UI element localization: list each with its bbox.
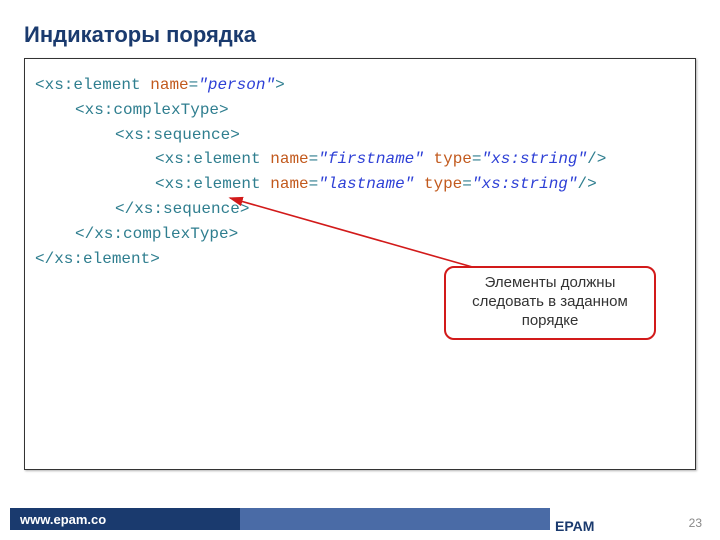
code-line: <xs:element name="person"> (35, 73, 685, 98)
footer-url: www.epam.co (10, 508, 240, 530)
footer: www.epam.co EPAM 23 (0, 508, 720, 540)
code-line: <xs:element name="lastname" type="xs:str… (35, 172, 685, 197)
code-line: <xs:sequence> (35, 123, 685, 148)
code-line: <xs:complexType> (35, 98, 685, 123)
footer-accent (240, 508, 550, 530)
callout-box: Элементы должны следовать в заданном пор… (444, 266, 656, 340)
slide-title: Индикаторы порядка (24, 22, 256, 48)
code-line: <xs:element name="firstname" type="xs:st… (35, 147, 685, 172)
page-number: 23 (689, 516, 702, 530)
code-block: <xs:element name="person"> <xs:complexTy… (24, 58, 696, 470)
footer-brand: EPAM (555, 519, 594, 534)
slide: Индикаторы порядка <xs:element name="per… (0, 0, 720, 540)
code-line: </xs:sequence> (35, 197, 685, 222)
code-line: </xs:complexType> (35, 222, 685, 247)
